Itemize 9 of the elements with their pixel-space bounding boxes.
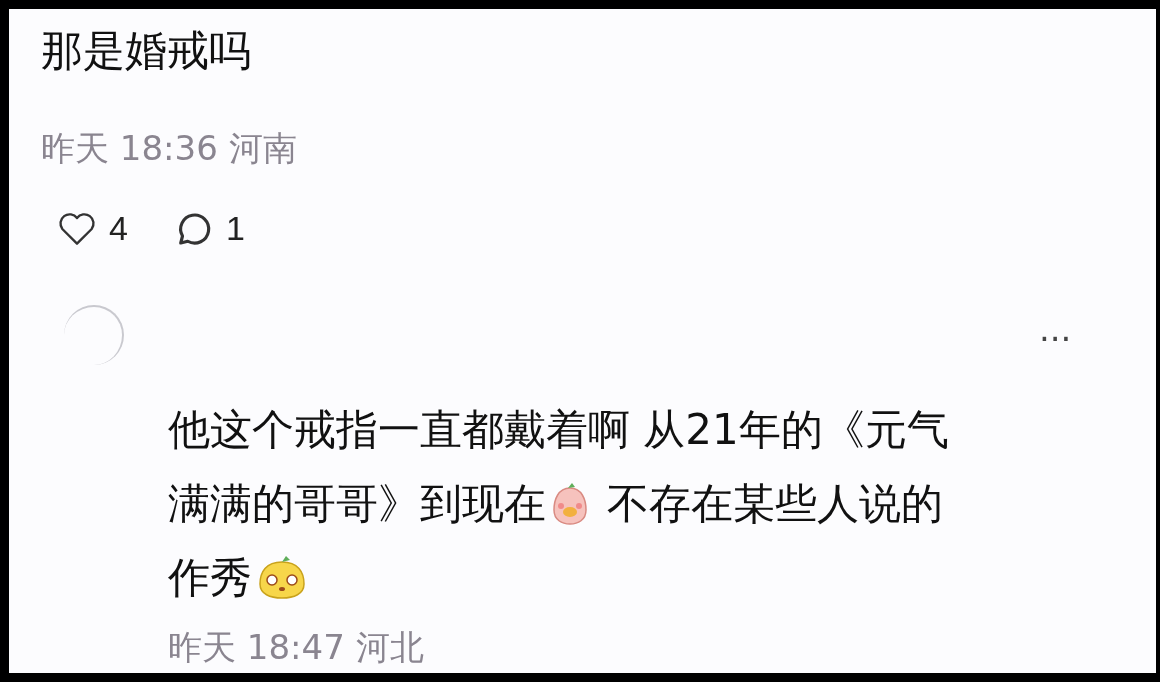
sticker-icon: [550, 482, 590, 526]
more-button[interactable]: ···: [1039, 319, 1072, 359]
comment-text: 那是婚戒吗: [41, 25, 252, 77]
like-button[interactable]: 4: [55, 203, 128, 254]
comment-meta: 昨天 18:36 河南: [41, 127, 298, 170]
reply-text: 他这个戒指一直都戴着啊 从21年的《元气满满的哥哥》到现在 不存在某些人说的作秀: [168, 404, 950, 604]
sticker-icon: [256, 556, 308, 600]
reply-meta: 昨天 18:47 河北: [168, 626, 425, 669]
reply-button[interactable]: 1: [171, 203, 245, 254]
